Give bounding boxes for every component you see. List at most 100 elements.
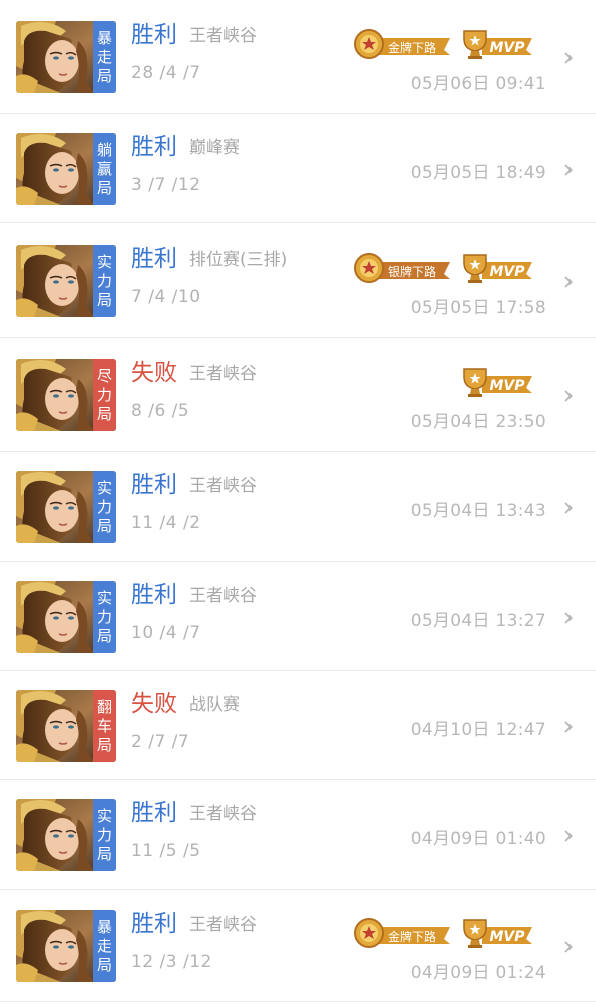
match-rating-char: 实 (96, 588, 112, 607)
mvp-badge: MVP (460, 249, 534, 285)
match-rating-char: 局 (96, 404, 112, 423)
match-rating-char: 局 (96, 955, 112, 974)
hero-avatar: 尽 力 局 (16, 359, 116, 431)
hero-avatar: 躺 赢 局 (16, 133, 116, 205)
match-rating-tag: 尽 力 局 (93, 359, 116, 431)
chevron-right-icon[interactable] (562, 939, 576, 953)
match-rating-char: 走 (96, 47, 112, 66)
match-time: 05月04日 23:50 (410, 412, 546, 432)
match-rating-char: 实 (96, 478, 112, 497)
match-time: 05月05日 17:58 (410, 298, 546, 318)
hero-avatar: 暴 走 局 (16, 910, 116, 982)
match-result: 胜利 (131, 911, 177, 937)
chevron-right-icon[interactable] (562, 719, 576, 733)
match-rating-char: 翻 (96, 697, 112, 716)
mvp-badge: MVP (460, 25, 534, 61)
match-result: 胜利 (131, 22, 177, 48)
match-result: 胜利 (131, 582, 177, 608)
match-row[interactable]: 实 力 局 胜利 排位赛(三排) 7 /4 /10 05月05日 17:58 银… (0, 223, 596, 338)
hero-avatar: 翻 车 局 (16, 690, 116, 762)
kda-stats: 10 /4 /7 (131, 623, 201, 643)
match-rating-tag: 暴 走 局 (93, 910, 116, 982)
chevron-right-icon[interactable] (562, 500, 576, 514)
match-rating-char: 局 (96, 66, 112, 85)
mvp-badge: MVP (460, 914, 534, 950)
rank-badge-label: 金牌下路 (388, 929, 436, 944)
rank-badge: 金牌下路 (352, 25, 454, 61)
match-rating-char: 力 (96, 607, 112, 626)
match-rating-char: 实 (96, 806, 112, 825)
chevron-right-icon[interactable] (562, 274, 576, 288)
match-rating-char: 局 (96, 178, 112, 197)
mvp-label: MVP (489, 40, 525, 56)
match-row[interactable]: 躺 赢 局 胜利 巅峰赛 3 /7 /12 05月05日 18:49 (0, 114, 596, 223)
match-rating-char: 局 (96, 626, 112, 645)
rank-badge: 银牌下路 (352, 249, 454, 285)
match-result: 胜利 (131, 472, 177, 498)
match-row[interactable]: 实 力 局 胜利 王者峡谷 10 /4 /7 05月04日 13:27 (0, 562, 596, 671)
match-rating-tag: 翻 车 局 (93, 690, 116, 762)
match-row[interactable]: 实 力 局 胜利 王者峡谷 11 /5 /5 04月09日 01:40 (0, 780, 596, 890)
match-time: 04月09日 01:40 (410, 829, 546, 849)
match-result: 胜利 (131, 134, 177, 160)
match-rating-char: 暴 (96, 917, 112, 936)
rank-badge-label: 金牌下路 (388, 40, 436, 55)
chevron-right-icon[interactable] (562, 162, 576, 176)
match-row[interactable]: 实 力 局 胜利 王者峡谷 11 /4 /2 05月04日 13:43 (0, 452, 596, 562)
game-mode: 王者峡谷 (189, 26, 257, 46)
match-rating-tag: 躺 赢 局 (93, 133, 116, 205)
mvp-label: MVP (489, 264, 525, 280)
game-mode: 王者峡谷 (189, 915, 257, 935)
game-mode: 王者峡谷 (189, 476, 257, 496)
match-result: 胜利 (131, 246, 177, 272)
game-mode: 战队赛 (189, 695, 240, 715)
kda-stats: 12 /3 /12 (131, 952, 212, 972)
match-result: 胜利 (131, 800, 177, 826)
kda-stats: 8 /6 /5 (131, 401, 190, 421)
match-row[interactable]: 尽 力 局 失败 王者峡谷 8 /6 /5 05月04日 23:50 MVP (0, 338, 596, 452)
kda-stats: 3 /7 /12 (131, 175, 201, 195)
match-rating-tag: 实 力 局 (93, 581, 116, 653)
chevron-right-icon[interactable] (562, 50, 576, 64)
kda-stats: 11 /4 /2 (131, 513, 201, 533)
match-time: 05月06日 09:41 (410, 74, 546, 94)
hero-avatar: 实 力 局 (16, 799, 116, 871)
match-rating-char: 实 (96, 252, 112, 271)
match-rating-char: 力 (96, 271, 112, 290)
hero-avatar: 实 力 局 (16, 581, 116, 653)
kda-stats: 11 /5 /5 (131, 841, 201, 861)
match-rating-char: 赢 (96, 159, 112, 178)
game-mode: 王者峡谷 (189, 364, 257, 384)
match-rating-char: 走 (96, 936, 112, 955)
match-result: 失败 (131, 360, 177, 386)
game-mode: 王者峡谷 (189, 586, 257, 606)
chevron-right-icon[interactable] (562, 828, 576, 842)
kda-stats: 2 /7 /7 (131, 732, 190, 752)
mvp-label: MVP (489, 929, 525, 945)
hero-avatar: 暴 走 局 (16, 21, 116, 93)
match-row[interactable]: 暴 走 局 胜利 王者峡谷 12 /3 /12 04月09日 01:24 金牌下… (0, 890, 596, 1002)
match-rating-char: 力 (96, 825, 112, 844)
match-rating-tag: 暴 走 局 (93, 21, 116, 93)
match-time: 05月04日 13:27 (410, 611, 546, 631)
match-rating-char: 局 (96, 735, 112, 754)
match-time: 04月10日 12:47 (410, 720, 546, 740)
match-rating-char: 局 (96, 290, 112, 309)
match-result: 失败 (131, 691, 177, 717)
match-time: 05月04日 13:43 (410, 501, 546, 521)
match-rating-char: 尽 (96, 366, 112, 385)
match-rating-char: 力 (96, 385, 112, 404)
match-row[interactable]: 翻 车 局 失败 战队赛 2 /7 /7 04月10日 12:47 (0, 671, 596, 780)
chevron-right-icon[interactable] (562, 388, 576, 402)
kda-stats: 28 /4 /7 (131, 63, 201, 83)
hero-avatar: 实 力 局 (16, 471, 116, 543)
match-row[interactable]: 暴 走 局 胜利 王者峡谷 28 /4 /7 05月06日 09:41 金牌下路… (0, 0, 596, 114)
chevron-right-icon[interactable] (562, 610, 576, 624)
match-time: 05月05日 18:49 (410, 163, 546, 183)
match-time: 04月09日 01:24 (410, 963, 546, 983)
match-rating-tag: 实 力 局 (93, 799, 116, 871)
game-mode: 巅峰赛 (189, 138, 240, 158)
kda-stats: 7 /4 /10 (131, 287, 201, 307)
match-rating-char: 局 (96, 844, 112, 863)
mvp-label: MVP (489, 378, 525, 394)
